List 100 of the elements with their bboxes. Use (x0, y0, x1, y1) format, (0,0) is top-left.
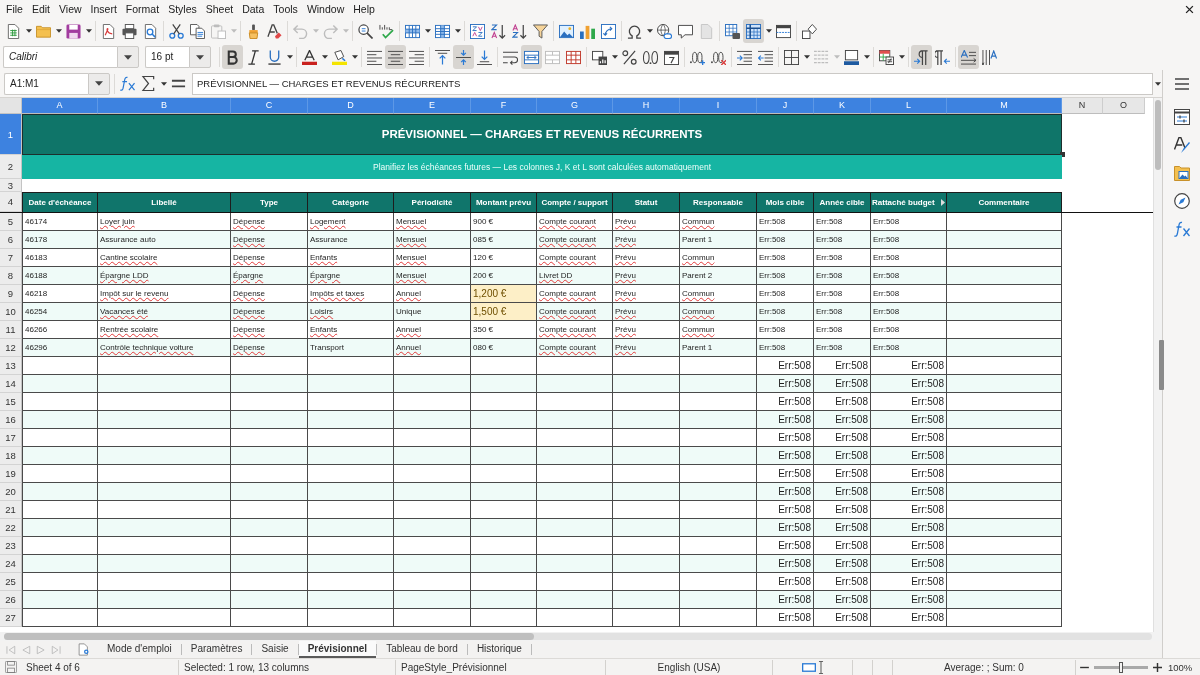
row-header[interactable]: 12 (0, 339, 22, 357)
scroll-thumb[interactable] (1155, 100, 1161, 170)
table-cell: Prévu (613, 303, 680, 321)
sidebar-handle[interactable] (1159, 340, 1164, 390)
row-header[interactable]: 25 (0, 573, 22, 591)
sheet-tab[interactable]: Prévisionnel (298, 641, 377, 658)
sheet-tab[interactable]: Historique (467, 641, 531, 658)
column-header[interactable]: I (680, 98, 757, 114)
column-header[interactable]: N (1062, 98, 1103, 114)
scroll-thumb[interactable] (4, 633, 534, 640)
formula-input[interactable]: PRÉVISIONNEL — CHARGES ET REVENUS RÉCURRENTS (192, 72, 1153, 95)
merge-center-button[interactable] (521, 45, 542, 69)
row-header[interactable]: 2 (0, 155, 22, 179)
close-button[interactable] (1185, 4, 1194, 14)
align-center-button[interactable] (385, 45, 406, 69)
name-box[interactable]: A1:M1 (4, 72, 88, 95)
align-middle-button[interactable] (453, 45, 474, 69)
caret-icon (833, 55, 840, 59)
menu-item[interactable]: Window (302, 1, 349, 17)
column-header[interactable]: O (1103, 98, 1145, 114)
italic-icon (246, 49, 261, 65)
table-cell: Compte courant (537, 339, 613, 357)
row-header[interactable]: 8 (0, 267, 22, 285)
row-header[interactable]: 9 (0, 285, 22, 303)
menu-item[interactable]: View (55, 1, 86, 17)
row-header[interactable]: 10 (0, 303, 22, 321)
column-header[interactable]: A (22, 98, 98, 114)
freeze-panes-button[interactable] (743, 19, 764, 43)
row-header[interactable]: 6 (0, 231, 22, 249)
split-window-icon (776, 23, 791, 39)
font-size-field[interactable]: 16 pt (145, 46, 189, 68)
row-header[interactable]: 22 (0, 519, 22, 537)
font-name-field[interactable]: Calibri (3, 46, 117, 68)
menu-item[interactable]: Help (349, 1, 379, 17)
row-header[interactable]: 5 (0, 213, 22, 231)
column-header[interactable]: C (231, 98, 308, 114)
sheet-tab[interactable]: Tableau de bord (377, 641, 467, 658)
row-header[interactable]: 20 (0, 483, 22, 501)
menu-item[interactable]: Edit (27, 1, 54, 17)
column-header[interactable]: E (394, 98, 471, 114)
zoom-slider-thumb[interactable] (1119, 661, 1123, 673)
sheet-tab[interactable]: Paramètres (181, 641, 252, 658)
menu-item[interactable]: Tools (269, 1, 302, 17)
row-header[interactable]: 19 (0, 465, 22, 483)
dropdown-button[interactable] (189, 46, 211, 68)
row-header[interactable]: 14 (0, 375, 22, 393)
column-header[interactable]: F (471, 98, 537, 114)
column-header[interactable]: M (947, 98, 1062, 114)
menu-item[interactable]: Sheet (201, 1, 238, 17)
row-header[interactable]: 13 (0, 357, 22, 375)
bold-button[interactable] (222, 45, 243, 69)
menu-item[interactable]: File (2, 1, 27, 17)
undo-icon (293, 23, 308, 39)
horizontal-text-button[interactable] (958, 45, 979, 69)
row-header[interactable]: 17 (0, 429, 22, 447)
menu-item[interactable]: Format (121, 1, 164, 17)
column-header[interactable]: D (308, 98, 394, 114)
row-header[interactable]: 26 (0, 591, 22, 609)
table-cell: Err:508 (871, 483, 947, 501)
column-heading: Commentaire (978, 198, 1030, 207)
dropdown-button[interactable] (88, 72, 110, 95)
horizontal-scrollbar[interactable] (4, 633, 1152, 640)
column-header[interactable]: B (98, 98, 231, 114)
new-spreadsheet-icon (6, 23, 21, 39)
table-cell: Assurance (308, 231, 394, 249)
row-header[interactable]: 24 (0, 555, 22, 573)
table-cell: Err:508 (814, 519, 871, 537)
row-header[interactable]: 7 (0, 249, 22, 267)
row-header[interactable]: 4 (0, 192, 22, 212)
row-header[interactable]: 21 (0, 501, 22, 519)
row-header[interactable]: 16 (0, 411, 22, 429)
vertical-scrollbar[interactable] (1153, 98, 1162, 632)
row-header[interactable]: 11 (0, 321, 22, 339)
table-cell: Err:508 (814, 447, 871, 465)
row-header[interactable]: 23 (0, 537, 22, 555)
column-header[interactable]: K (814, 98, 871, 114)
sheet-tab[interactable]: Saisie (252, 641, 298, 658)
zoom-in-button[interactable] (1152, 661, 1163, 673)
menu-item[interactable]: Data (238, 1, 269, 17)
scissors-icon (169, 23, 184, 39)
sheet-tab[interactable]: Mode d'emploi (98, 641, 181, 658)
column-header[interactable]: J (757, 98, 814, 114)
comment-icon (678, 23, 693, 39)
merge-cells-icon (545, 49, 560, 65)
row-header[interactable]: 15 (0, 393, 22, 411)
dropdown-button[interactable] (117, 46, 139, 68)
clipped-text-icon (941, 199, 945, 206)
menu-item[interactable]: Styles (164, 1, 201, 17)
row-header[interactable]: 3 (0, 179, 22, 192)
function-icon (120, 76, 135, 91)
column-header[interactable]: H (613, 98, 680, 114)
left-to-right-button[interactable] (911, 45, 932, 69)
column-header[interactable]: L (871, 98, 947, 114)
row-header[interactable]: 18 (0, 447, 22, 465)
row-header[interactable]: 27 (0, 609, 22, 627)
menu-item[interactable]: Insert (86, 1, 121, 17)
column-heading: Année cible (819, 198, 865, 207)
caret-icon (898, 55, 905, 59)
row-header[interactable]: 1 (0, 114, 22, 155)
column-header[interactable]: G (537, 98, 613, 114)
